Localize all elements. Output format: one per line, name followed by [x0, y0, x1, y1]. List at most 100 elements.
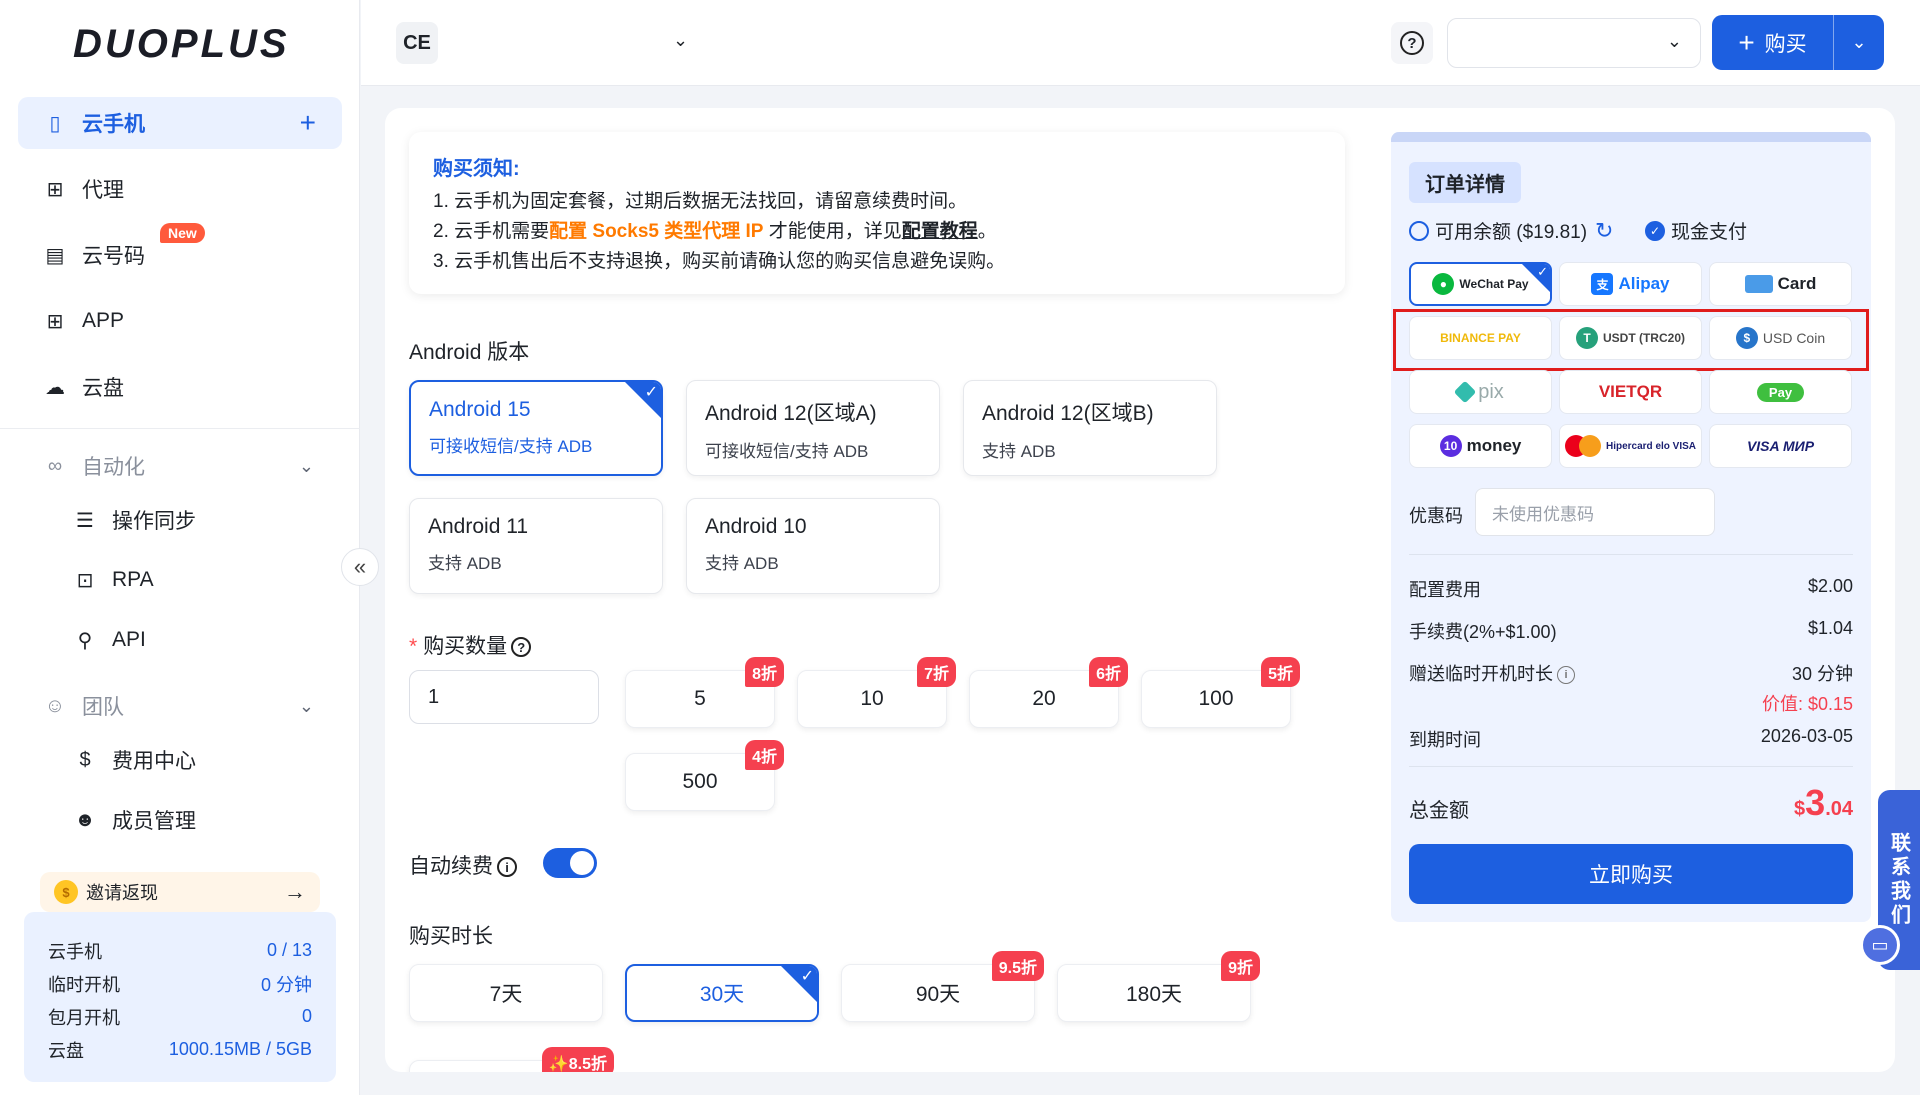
workspace-badge[interactable]: CE: [396, 22, 438, 64]
sidebar-group-automation[interactable]: ∞ 自动化 ⌄: [18, 440, 342, 492]
check-icon: ✓: [800, 968, 814, 985]
info-icon[interactable]: i: [497, 857, 517, 878]
sidebar-item-sync[interactable]: ☰ 操作同步: [18, 494, 342, 546]
user-gear-icon: ☻: [74, 808, 96, 831]
highlight-box: [1393, 309, 1869, 371]
fee-label: 配置费用: [1409, 580, 1481, 600]
auto-renew-text: 自动续费: [409, 855, 493, 878]
promo-code-input[interactable]: 未使用优惠码: [1475, 488, 1715, 536]
auto-renew-toggle[interactable]: [543, 848, 597, 878]
proxy-highlight: 配置 Socks5 类型代理 IP: [549, 221, 764, 242]
version-card-android-11[interactable]: Android 11 支持 ADB: [409, 498, 663, 594]
add-cloud-phone-icon[interactable]: +: [300, 107, 316, 139]
total-dec: .04: [1825, 798, 1853, 820]
sidebar-item-cloud-disk[interactable]: ☁ 云盘: [18, 361, 342, 413]
buy-dropdown-icon[interactable]: ⌄: [1834, 32, 1884, 53]
payment-wechat[interactable]: ✓ ● WeChat Pay: [1409, 262, 1552, 306]
balance-payment-option[interactable]: 可用余额 ($19.81) ↻: [1409, 217, 1613, 244]
duration-option-more[interactable]: ✨8.5折: [409, 1047, 614, 1072]
invite-cashback-banner[interactable]: $ 邀请返现 →: [40, 872, 320, 912]
discount-badge: 5折: [1261, 657, 1300, 687]
version-desc: 可接收短信/支持 ADB: [705, 442, 869, 461]
sidebar-item-cloud-phone[interactable]: ▯ 云手机 +: [18, 97, 342, 149]
version-name: Android 10: [705, 515, 807, 538]
duration-option-7d[interactable]: 7天: [409, 964, 603, 1022]
stat-label: 临时开机: [48, 974, 120, 995]
payment-visa-mir[interactable]: VISA МИР: [1709, 424, 1852, 468]
version-card-android-10[interactable]: Android 10 支持 ADB: [686, 498, 940, 594]
quantity-option-5[interactable]: 5 8折: [625, 657, 784, 728]
duration-label: 180天: [1125, 983, 1183, 1006]
fee-value: 2026-03-05: [1760, 726, 1853, 746]
notice-text: 。: [977, 221, 997, 242]
buy-now-button[interactable]: 立即购买: [1409, 844, 1853, 904]
duration-option-30d[interactable]: ✓ 30天: [625, 964, 819, 1022]
cash-payment-option[interactable]: ✓ 现金支付: [1645, 217, 1747, 244]
duration-title: 购买时长: [409, 925, 493, 948]
config-tutorial-link[interactable]: 配置教程: [902, 221, 978, 242]
question-icon[interactable]: ?: [511, 637, 532, 658]
fee-value: $2.00: [1807, 576, 1853, 596]
cash-label: 现金支付: [1671, 222, 1748, 243]
notice-title: 购买须知:: [433, 158, 520, 180]
quantity-option-10[interactable]: 10 7折: [797, 657, 956, 728]
help-button[interactable]: ?: [1391, 22, 1433, 64]
wechat-icon: ●: [1432, 273, 1455, 295]
payment-mastercard-hipercard[interactable]: Hipercard elo VISA: [1559, 424, 1702, 468]
sidebar-item-members[interactable]: ☻ 成员管理: [18, 794, 342, 846]
promo-code-label: 优惠码: [1409, 506, 1463, 526]
sidebar-item-api[interactable]: ⚲ API: [18, 614, 342, 666]
quantity-option-100[interactable]: 100 5折: [1141, 657, 1300, 728]
arrow-right-icon: →: [284, 879, 306, 904]
payment-vietqr[interactable]: VIETQR: [1559, 370, 1702, 414]
sidebar-item-rpa[interactable]: ⊡ RPA: [18, 554, 342, 606]
sidebar-item-proxy[interactable]: ⊞ 代理: [18, 163, 342, 215]
stat-label: 包月开机: [48, 1007, 120, 1028]
buy-button[interactable]: + 购买 ⌄: [1712, 15, 1884, 70]
chat-icon[interactable]: ▭: [1860, 925, 1900, 965]
stat-row: 云盘 1000.15MB / 5GB: [48, 1033, 312, 1066]
stat-label: 云盘: [48, 1040, 84, 1061]
payment-pix[interactable]: pix: [1409, 370, 1552, 414]
quantity-option-500[interactable]: 500 4折: [625, 740, 784, 811]
duration-option-90d[interactable]: 90天 9.5折: [841, 951, 1044, 1022]
order-details-title: 订单详情: [1409, 162, 1521, 203]
account-select[interactable]: ⌄: [1447, 18, 1701, 68]
sidebar-item-billing[interactable]: $ 费用中心: [18, 734, 342, 786]
chevron-down-icon: ⌄: [298, 455, 314, 476]
refresh-icon[interactable]: ↻: [1595, 218, 1613, 244]
info-icon[interactable]: i: [1557, 666, 1575, 685]
quantity-input[interactable]: 1: [409, 670, 599, 724]
invite-label: 邀请返现: [86, 883, 158, 903]
sidebar-item-label: APP: [82, 309, 125, 332]
usage-stats: 云手机 0 / 13 临时开机 0 分钟 包月开机 0 云盘 1000.15MB…: [24, 912, 336, 1082]
payment-momo-money[interactable]: 10 money: [1409, 424, 1552, 468]
radio-checked-icon[interactable]: ✓: [1645, 220, 1665, 241]
chevron-down-icon[interactable]: ⌄: [673, 30, 688, 51]
notice-text: 才能使用，详见: [763, 221, 902, 242]
payment-alipay[interactable]: 支 Alipay: [1559, 262, 1702, 306]
payment-gpay[interactable]: Pay: [1709, 370, 1852, 414]
radio-unchecked-icon[interactable]: [1409, 220, 1429, 241]
duoplus-logo[interactable]: DUOPLUS: [73, 22, 290, 67]
quantity-option-20[interactable]: 20 6折: [969, 657, 1128, 728]
sidebar-item-cloud-number[interactable]: ▤ 云号码 New: [18, 223, 342, 281]
android-version-title: Android 版本: [409, 341, 530, 364]
chevron-down-icon: ⌄: [298, 695, 314, 716]
cloud-icon: ☁: [45, 376, 65, 399]
version-card-android-15[interactable]: ✓ Android 15 可接收短信/支持 ADB: [409, 380, 663, 476]
collapse-sidebar-button[interactable]: «: [341, 548, 379, 586]
discount-badge: 4折: [745, 740, 784, 770]
buy-main-button[interactable]: + 购买: [1712, 15, 1834, 70]
quantity-value: 10: [860, 687, 884, 710]
version-card-android-12a[interactable]: Android 12(区域A) 可接收短信/支持 ADB: [686, 380, 940, 476]
sidebar-item-app[interactable]: ⊞ APP: [18, 295, 342, 347]
payment-card[interactable]: Card: [1709, 262, 1852, 306]
payment-label: Card: [1777, 274, 1817, 293]
duration-option-180d[interactable]: 180天 9折: [1057, 951, 1260, 1022]
version-card-android-12b[interactable]: Android 12(区域B) 支持 ADB: [963, 380, 1217, 476]
version-name: Android 11: [428, 515, 529, 538]
sidebar-group-team[interactable]: ☺ 团队 ⌄: [18, 680, 342, 732]
fee-row-expiry: 到期时间 2026-03-05: [1409, 726, 1853, 752]
stat-value: 1000.15MB / 5GB: [168, 1039, 312, 1059]
